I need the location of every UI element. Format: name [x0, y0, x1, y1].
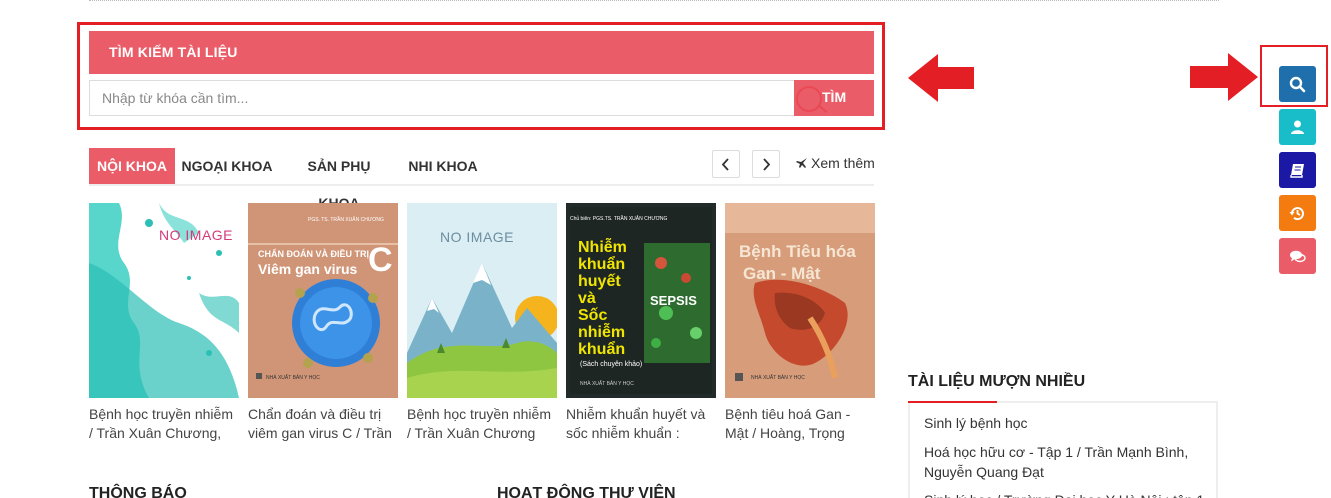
side-catalog-button[interactable] — [1279, 152, 1316, 188]
search-header: TÌM KIẾM TÀI LIỆU — [89, 31, 874, 74]
book-card[interactable]: Chủ biên: PGS.TS. TRẦN XUÂN CHƯƠNG Nhiễm… — [566, 203, 716, 443]
book-card[interactable]: NO IMAGE Bệnh học truyền nhiễm / Trần Xu… — [407, 203, 557, 443]
plane-icon — [796, 158, 807, 168]
side-history-button[interactable] — [1279, 195, 1316, 231]
search-button-label: TÌM — [822, 89, 847, 105]
book-title[interactable]: Bệnh tiêu hoá Gan - Mật / Hoàng, Trọng T… — [725, 405, 875, 443]
search-button[interactable]: TÌM — [794, 80, 874, 116]
prev-button[interactable] — [712, 150, 740, 178]
next-button[interactable] — [752, 150, 780, 178]
no-image-label: NO IMAGE — [159, 227, 234, 243]
tab-ngoai-khoa[interactable]: NGOẠI KHOA — [181, 148, 273, 184]
announcements-title: THÔNG BÁO — [89, 485, 187, 498]
most-borrowed-title: TÀI LIỆU MƯỢN NHIỀU — [908, 373, 1086, 390]
search-icon — [1289, 76, 1306, 93]
no-image-label: NO IMAGE — [440, 229, 515, 245]
list-item[interactable]: Hoá học hữu cơ - Tập 1 / Trần Mạnh Bình,… — [924, 442, 1209, 482]
most-borrowed-list: Sinh lý bệnh học Hoá học hữu cơ - Tập 1 … — [908, 403, 1218, 498]
chat-icon — [1290, 250, 1306, 263]
book-title[interactable]: Chẩn đoán và điều trị viêm gan virus C /… — [248, 405, 398, 443]
chevron-right-icon — [763, 158, 771, 171]
book-cover[interactable]: NO IMAGE — [407, 203, 557, 398]
book-card[interactable]: Bệnh Tiêu hóa Gan - Mật NHÀ XUẤT BẢN Y H… — [725, 203, 875, 443]
side-chat-button[interactable] — [1279, 238, 1316, 274]
history-icon — [1289, 207, 1304, 221]
side-account-button[interactable] — [1279, 109, 1316, 145]
arrow-left-icon — [908, 54, 974, 102]
tab-nhi-khoa[interactable]: NHI KHOA — [407, 148, 479, 184]
book-card[interactable]: NO IMAGE Bệnh học truyền nhiễm / Trần Xu… — [89, 203, 239, 443]
side-search-button[interactable] — [1279, 66, 1316, 102]
list-item[interactable]: Sinh lý học / Trường Đại học Y Hà Nội ; … — [924, 490, 1209, 498]
book-icon — [1290, 164, 1304, 178]
book-cover[interactable]: Bệnh Tiêu hóa Gan - Mật NHÀ XUẤT BẢN Y H… — [725, 203, 875, 398]
book-cover[interactable]: NO IMAGE — [89, 203, 239, 398]
see-more-link[interactable]: Xem thêm — [796, 155, 875, 171]
book-title[interactable]: Bệnh học truyền nhiễm / Trần Xuân Chương… — [89, 405, 239, 443]
magnifier-watermark-icon — [796, 86, 822, 112]
list-item[interactable]: Sinh lý bệnh học — [924, 413, 1209, 433]
user-icon — [1291, 120, 1304, 134]
book-cover[interactable]: Chủ biên: PGS.TS. TRẦN XUÂN CHƯƠNG Nhiễm… — [566, 203, 716, 398]
book-title[interactable]: Bệnh học truyền nhiễm / Trần Xuân Chương… — [407, 405, 557, 443]
arrow-right-icon — [1190, 53, 1258, 101]
book-cover[interactable]: PGS. TS. TRẦN XUÂN CHƯƠNG CHẨN ĐOÁN VÀ Đ… — [248, 203, 398, 398]
chevron-left-icon — [721, 158, 729, 171]
tab-noi-khoa[interactable]: NỘI KHOA — [89, 148, 175, 184]
book-title[interactable]: Nhiễm khuẩn huyết và sốc nhiễm khuẩn : (… — [566, 405, 716, 443]
tab-san-phu-khoa[interactable]: SẢN PHỤ KHOA — [287, 148, 391, 211]
book-card[interactable]: PGS. TS. TRẦN XUÂN CHƯƠNG CHẨN ĐOÁN VÀ Đ… — [248, 203, 398, 443]
see-more-label: Xem thêm — [811, 155, 875, 171]
search-input[interactable] — [89, 80, 795, 116]
library-activities-title: HOẠT ĐỘNG THƯ VIỆN — [497, 485, 676, 498]
top-divider — [89, 0, 1219, 2]
